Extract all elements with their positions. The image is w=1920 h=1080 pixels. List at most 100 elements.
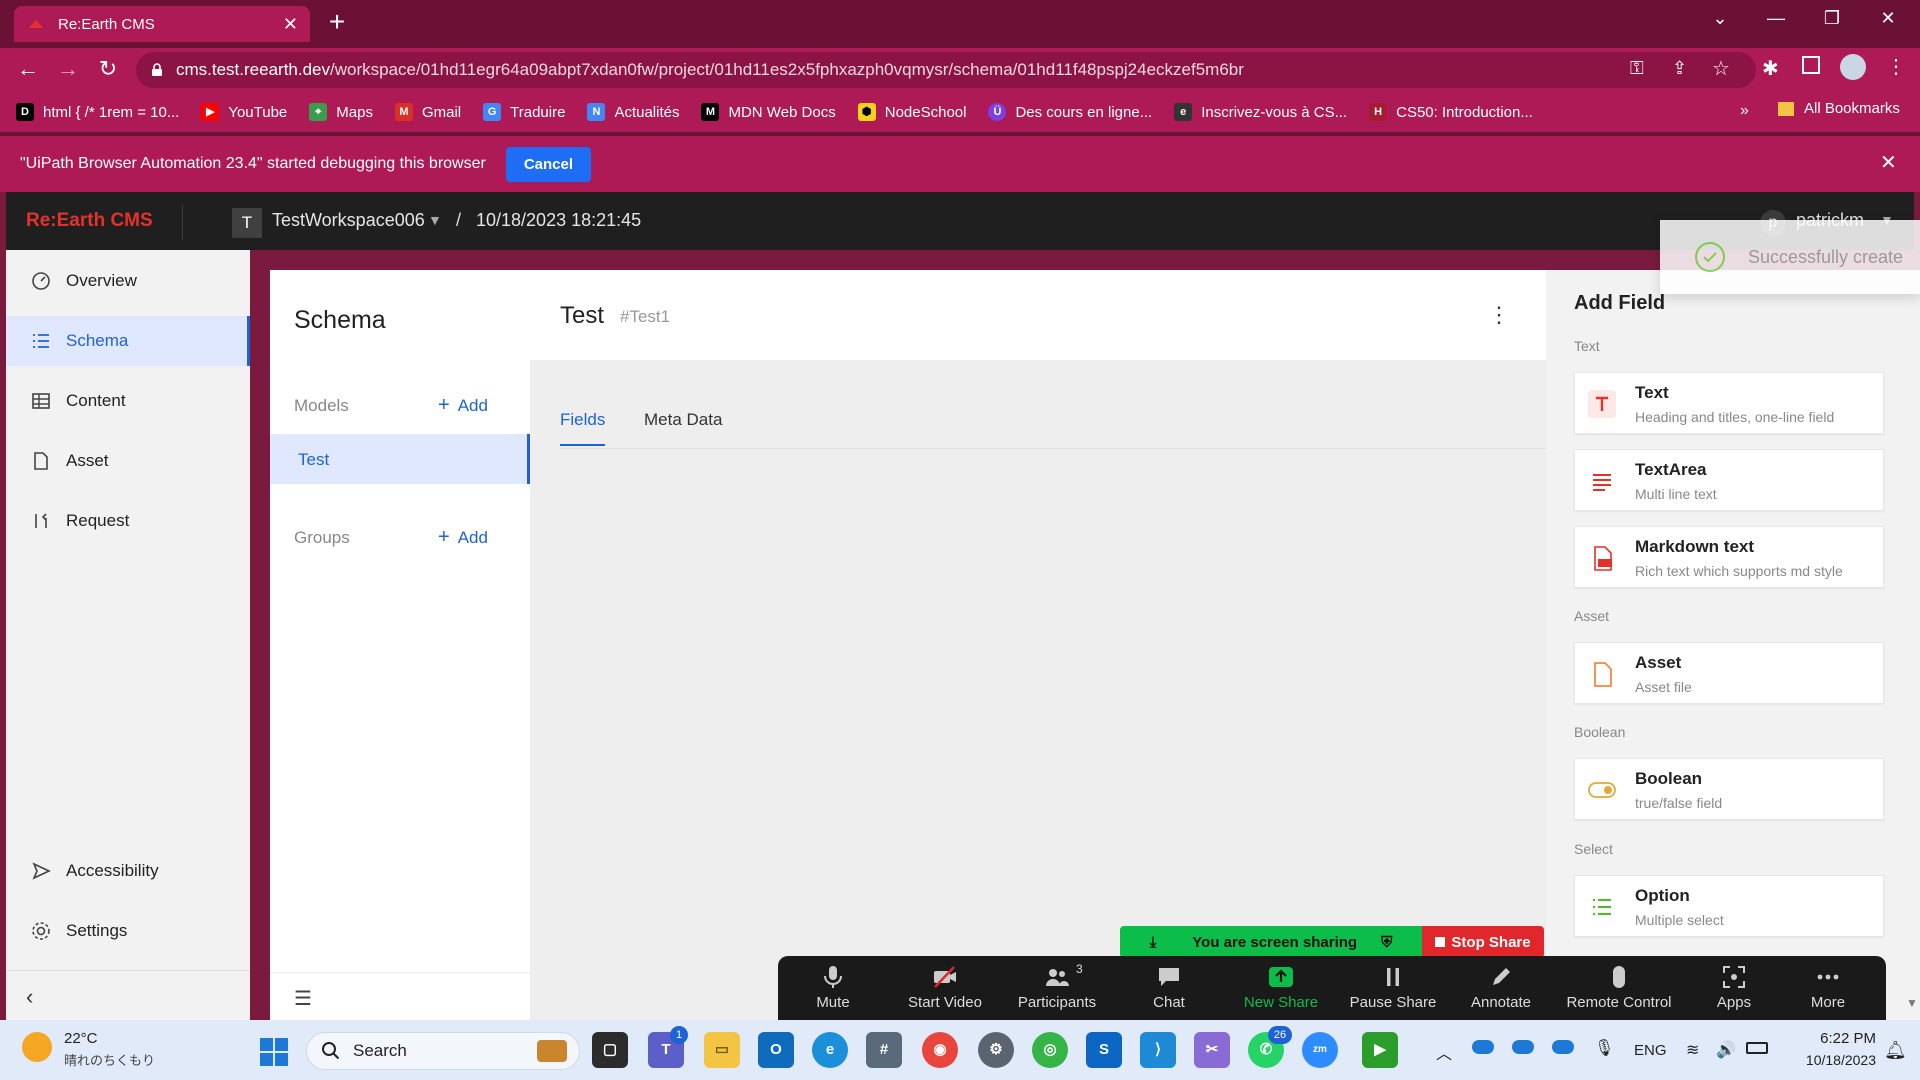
annotate-button[interactable]: Annotate [1446,964,1556,1018]
project-name[interactable]: 10/18/2023 18:21:45 [476,210,641,231]
onedrive-2-icon[interactable] [1512,1040,1534,1054]
bookmark-maps[interactable]: ⌖ Maps [309,103,373,121]
password-key-icon[interactable]: ⚿ [1630,58,1644,79]
bookmark-star-icon[interactable]: ☆ [1712,56,1730,81]
reload-icon[interactable]: ↻ [94,56,122,84]
bookmark-nodeschool[interactable]: ⬢ NodeSchool [857,103,966,121]
field-type-option[interactable]: Option Multiple select [1574,875,1884,937]
new-tab-icon[interactable]: + [322,8,352,38]
chat-button[interactable]: Chat [1114,964,1224,1018]
browser-tab[interactable]: Re:Earth CMS ✕ [14,6,310,42]
field-type-text[interactable]: Text Heading and titles, one-line field [1574,372,1884,434]
add-model-button[interactable]: + Add [438,394,488,417]
language-indicator[interactable]: ENG [1634,1042,1667,1059]
field-type-markdown[interactable]: Markdown text Rich text which supports m… [1574,526,1884,588]
address-bar[interactable]: cms.test.reearth.dev/workspace/01hd11egr… [136,52,1756,88]
model-item-test[interactable]: Test [270,434,530,484]
bookmark-youtube[interactable]: ▶ YouTube [201,103,287,121]
infobar-close-icon[interactable]: ✕ [1880,150,1897,175]
bookmark-gmail[interactable]: M Gmail [394,103,461,121]
snipping-tool-icon[interactable]: ✂ [1194,1032,1230,1068]
extensions-icon[interactable]: ✱ [1762,56,1779,81]
clock-date[interactable]: 10/18/2023 [1786,1052,1876,1068]
window-close-icon[interactable]: ✕ [1870,8,1906,34]
start-video-button[interactable]: Start Video [890,964,1000,1018]
restore-icon[interactable]: ❐ [1814,8,1850,34]
model-menu-icon[interactable]: ⋮ [1488,302,1510,328]
more-bookmarks-icon[interactable]: » [1740,102,1749,120]
onedrive-3-icon[interactable] [1552,1040,1574,1054]
nav-request[interactable]: Request [6,496,250,546]
vscode-icon[interactable]: ⟩ [1140,1032,1176,1068]
field-type-boolean[interactable]: Boolean true/false field [1574,758,1884,820]
pin-icon[interactable]: ⤓ [1150,934,1157,951]
remote-control-button[interactable]: Remote Control [1554,964,1684,1018]
battery-icon[interactable] [1746,1042,1768,1054]
onedrive-icon[interactable] [1472,1040,1494,1054]
weather-temp[interactable]: 22°C [64,1030,98,1047]
chrome-icon[interactable]: ◉ [922,1032,958,1068]
workspace-dropdown-icon[interactable]: ▼ [428,212,442,228]
edge-icon[interactable]: e [812,1032,848,1068]
tab-fields[interactable]: Fields [560,410,606,446]
nav-content[interactable]: Content [6,376,250,426]
nav-accessibility[interactable]: Accessibility [6,846,250,896]
zoom-app-icon[interactable]: zm [1302,1032,1338,1068]
back-icon[interactable]: ← [14,56,42,84]
outlook-icon[interactable]: O [758,1032,794,1068]
minimize-icon[interactable]: — [1758,8,1794,34]
nav-overview[interactable]: Overview [6,256,250,306]
add-group-button[interactable]: + Add [438,526,488,549]
field-type-asset[interactable]: Asset Asset file [1574,642,1884,704]
mic-tray-icon[interactable]: 🎙 [1594,1038,1614,1058]
lock-icon[interactable] [150,63,164,77]
debug-cancel-button[interactable]: Cancel [505,146,592,182]
new-share-button[interactable]: New Share [1226,964,1336,1018]
nav-asset[interactable]: Asset [6,436,250,486]
bookmark-courses[interactable]: Ü Des cours en ligne... [988,103,1152,121]
bookmark-cs-signup[interactable]: e Inscrivez-vous à CS... [1174,103,1347,121]
profile-avatar[interactable] [1840,54,1866,80]
menu-fold-icon[interactable]: ☰ [294,986,312,1011]
clock-time[interactable]: 6:22 PM [1796,1030,1876,1047]
bookmark-actualites[interactable]: N Actualités [587,103,679,121]
settings-app-icon[interactable]: ⚙ [978,1032,1014,1068]
bookmark-html[interactable]: Dhtml { /* 1rem = 10... [16,103,179,121]
bookmark-traduire[interactable]: G Traduire [483,103,565,121]
tray-overflow-icon[interactable]: ︿ [1436,1040,1452,1064]
tab-search-icon[interactable]: ⌄ [1702,8,1738,34]
more-button[interactable]: More [1778,964,1878,1018]
file-explorer-icon[interactable]: ▭ [704,1032,740,1068]
tab-close-icon[interactable]: ✕ [283,14,298,35]
stop-share-button[interactable]: Stop Share [1422,926,1544,958]
mute-button[interactable]: Mute [778,964,888,1018]
s-app-icon[interactable]: S [1086,1032,1122,1068]
notification-bell-icon[interactable]: 🔔︎ [1884,1040,1907,1061]
all-bookmarks[interactable]: All Bookmarks [1778,100,1900,117]
collapse-sidebar-icon[interactable]: ‹ [26,984,33,1010]
forward-icon[interactable]: → [54,56,82,84]
nav-schema[interactable]: Schema [6,316,250,366]
participants-button[interactable]: Participants [1002,964,1112,1018]
volume-icon[interactable]: 🔊 [1716,1040,1736,1060]
bookmark-mdn[interactable]: M MDN Web Docs [701,103,836,121]
workspace-avatar[interactable]: T [232,208,262,238]
task-view-icon[interactable]: ▢ [592,1032,628,1068]
weather-icon[interactable] [22,1032,52,1062]
share-icon[interactable]: ⇪ [1672,58,1687,79]
pause-share-button[interactable]: Pause Share [1338,964,1448,1018]
workspace-name[interactable]: TestWorkspace006 [272,210,425,231]
media-app-icon[interactable]: ▶ [1362,1032,1398,1068]
tab-meta-data[interactable]: Meta Data [644,410,722,430]
brand-logo[interactable]: Re:Earth CMS [26,210,153,232]
apps-button[interactable]: Apps [1684,964,1784,1018]
taskbar-search[interactable]: Search [306,1032,580,1070]
field-type-textarea[interactable]: TextArea Multi line text [1574,449,1884,511]
green-app-icon[interactable]: ◎ [1032,1032,1068,1068]
bookmark-cs50[interactable]: H CS50: Introduction... [1369,103,1533,121]
nav-settings[interactable]: Settings [6,906,250,956]
scroll-down-icon[interactable]: ▼ [1906,996,1918,1010]
side-panel-icon[interactable] [1802,56,1820,74]
windows-start-icon[interactable] [258,1036,290,1068]
wifi-icon[interactable]: ≋ [1686,1040,1699,1060]
